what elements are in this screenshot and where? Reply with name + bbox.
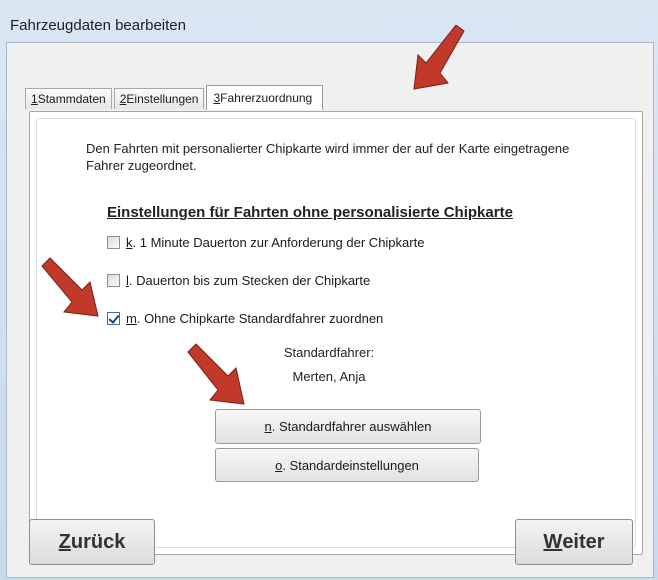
tab-bar: 1 Stammdaten 2 Einstellungen 3 Fahrerzuo…: [25, 85, 325, 110]
button-accelerator: o: [275, 457, 283, 473]
annotation-arrow-tab: [413, 25, 465, 90]
tab-fahrerzuordnung[interactable]: 3 Fahrerzuordnung: [206, 85, 324, 110]
tab-accelerator: 3: [213, 91, 221, 105]
tab-einstellungen[interactable]: 2 Einstellungen: [113, 88, 205, 109]
next-label: eiter: [562, 530, 605, 553]
back-button[interactable]: Zurück: [29, 519, 155, 565]
back-label: urück: [70, 530, 126, 553]
next-accelerator: W: [543, 530, 563, 553]
checkbox-beep-until-inserted[interactable]: [107, 274, 120, 287]
tab-label: Stammdaten: [37, 92, 106, 106]
option-beep-until-inserted[interactable]: l. Dauerton bis zum Stecken der Chipkart…: [107, 273, 370, 288]
annotation-arrow-checkbox: [41, 257, 99, 317]
tab-panel: [29, 111, 643, 555]
back-accelerator: Z: [58, 530, 71, 553]
button-label: . Standardfahrer auswählen: [271, 419, 432, 434]
tab-accelerator: 1: [31, 92, 38, 106]
tab-stammdaten[interactable]: 1 Stammdaten: [25, 88, 112, 109]
select-default-driver-button[interactable]: n. Standardfahrer auswählen: [215, 409, 481, 444]
tab-accelerator: 2: [119, 92, 127, 106]
next-button[interactable]: Weiter: [515, 519, 633, 565]
window-title: Fahrzeugdaten bearbeiten: [10, 16, 186, 34]
annotation-arrow-button: [187, 343, 245, 405]
tab-label: Fahrerzuordnung: [220, 91, 313, 105]
checkbox-beep-one-minute[interactable]: [107, 236, 120, 249]
option-beep-one-minute[interactable]: k. 1 Minute Dauerton zur Anforderung der…: [107, 235, 424, 250]
checkbox-assign-default-driver[interactable]: [107, 312, 120, 325]
option-accelerator: m: [126, 311, 137, 326]
button-accelerator: n: [264, 419, 272, 434]
tab-label: Einstellungen: [126, 92, 199, 106]
option-assign-default-driver[interactable]: m. Ohne Chipkarte Standardfahrer zuordne…: [107, 311, 383, 326]
dialog-window: Fahrzeugdaten bearbeiten 1 Stammdaten 2 …: [0, 0, 658, 580]
option-label: . Dauerton bis zum Stecken der Chipkarte: [128, 273, 371, 288]
panel-description: Den Fahrten mit personalierter Chipkarte…: [86, 141, 570, 173]
default-driver-value: Merten, Anja: [292, 369, 366, 384]
restore-defaults-button[interactable]: o. Standardeinstellungen: [215, 448, 479, 482]
button-label: . Standardeinstellungen: [282, 457, 419, 473]
option-label: . 1 Minute Dauerton zur Anforderung der …: [132, 235, 425, 250]
section-title: Einstellungen für Fahrten ohne personali…: [107, 204, 513, 221]
default-driver-label: Standardfahrer:: [283, 345, 375, 360]
option-label: . Ohne Chipkarte Standardfahrer zuordnen: [136, 311, 384, 326]
panel-frame: [36, 118, 636, 548]
